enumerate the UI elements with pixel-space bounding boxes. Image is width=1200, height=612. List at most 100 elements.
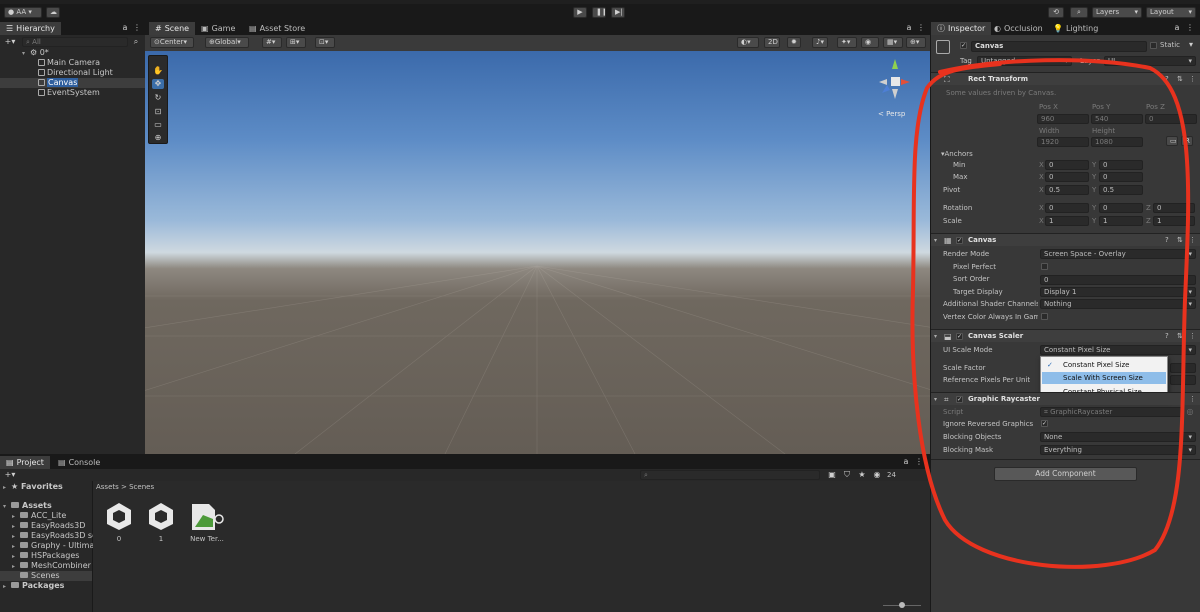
filter-icon[interactable]: ⌕ (130, 37, 142, 47)
add-component-button[interactable]: Add Component (994, 467, 1137, 481)
hierarchy-item-canvas[interactable]: Canvas (38, 78, 79, 88)
anchors-label[interactable]: ▾Anchors (941, 149, 973, 159)
anchor-min-x-field[interactable]: 0 (1045, 160, 1089, 170)
scene-gizmo[interactable] (873, 57, 913, 102)
cloud-button[interactable]: ☁ (46, 7, 60, 18)
asset-tile[interactable]: 0 (105, 501, 137, 547)
space-dropdown[interactable]: ⊕Global▾ (205, 37, 249, 48)
add-object-button[interactable]: +▾ (2, 37, 18, 47)
more-icon[interactable]: ⋮ (1184, 23, 1196, 33)
zoom-slider-handle[interactable] (899, 602, 905, 608)
component-menu-icon[interactable]: ⋮ (1189, 74, 1196, 85)
lighting-toggle-icon[interactable]: ✹ (787, 37, 801, 48)
scale-x-field[interactable]: 1 (1045, 216, 1089, 226)
presets-icon[interactable]: ⇅ (1177, 235, 1183, 246)
ref-ppu-field[interactable] (1170, 375, 1196, 385)
help-icon[interactable]: ? (1165, 235, 1169, 246)
rotate-tool-icon[interactable]: ↻ (152, 93, 164, 103)
layout-dropdown[interactable]: Layout ▾ (1146, 7, 1196, 18)
favorites-item[interactable]: ▸ ★ Favorites (3, 482, 63, 493)
canvas-component-header[interactable]: ▾ ▦ ✓ Canvas ? ⇅ ⋮ (931, 233, 1200, 246)
search-icon[interactable]: ⌕ (1070, 7, 1088, 18)
raw-edit-button[interactable]: R (1181, 136, 1193, 146)
search-by-type-icon[interactable]: ▣ (826, 470, 838, 480)
blocking-objects-dropdown[interactable]: None ▾ (1040, 432, 1196, 442)
project-search-input[interactable]: ⌕ (640, 470, 820, 480)
hierarchy-item-directional-light[interactable]: Directional Light (38, 68, 113, 78)
object-name-input[interactable]: Canvas (971, 41, 1147, 52)
height-field[interactable]: 1080 (1091, 137, 1143, 147)
more-icon[interactable]: ⋮ (131, 23, 143, 33)
scale-y-field[interactable]: 1 (1099, 216, 1143, 226)
tab-inspector[interactable]: ⓘ Inspector (931, 22, 992, 35)
tag-dropdown[interactable]: Untagged ▾ (977, 56, 1072, 66)
folder-item-scenes[interactable]: Scenes (12, 571, 60, 581)
pivot-x-field[interactable]: 0.5 (1045, 185, 1089, 195)
canvas-scaler-header[interactable]: ▾ ⬓ ✓ Canvas Scaler ? ⇅ ⋮ (931, 329, 1200, 342)
toggle-2d-button[interactable]: 2D (764, 37, 780, 48)
scale-tool-icon[interactable]: ⊡ (152, 107, 164, 117)
static-checkbox[interactable] (1150, 42, 1157, 49)
component-menu-icon[interactable]: ⋮ (1189, 331, 1196, 342)
graphic-raycaster-header[interactable]: ▾ ⌗ ✓ Graphic Raycaster ⋮ (931, 392, 1200, 405)
audio-toggle-icon[interactable]: ♪▾ (812, 37, 828, 48)
pos-z-field[interactable]: 0 (1145, 114, 1197, 124)
pos-x-field[interactable]: 960 (1037, 114, 1089, 124)
presets-icon[interactable]: ⇅ (1177, 74, 1183, 85)
search-by-label-icon[interactable]: ⛉ (841, 470, 853, 480)
tab-scene[interactable]: # Scene (149, 22, 196, 35)
pixel-perfect-checkbox[interactable] (1041, 263, 1048, 270)
layer-dropdown[interactable]: UI ▾ (1104, 56, 1196, 66)
pivot-y-field[interactable]: 0.5 (1099, 185, 1143, 195)
packages-root[interactable]: ▸ Packages (3, 581, 64, 592)
pause-button[interactable]: ❚❚ (592, 7, 606, 18)
zoom-slider[interactable] (883, 602, 921, 609)
create-asset-button[interactable]: +▾ (2, 470, 18, 480)
pivot-dropdown[interactable]: ⊙Center▾ (150, 37, 194, 48)
grid-snap-button[interactable]: #▾ (262, 37, 282, 48)
pos-y-field[interactable]: 540 (1091, 114, 1143, 124)
asset-tile[interactable]: New Ter... (189, 501, 229, 547)
canvas-scaler-enabled-checkbox[interactable]: ✓ (956, 333, 963, 340)
tab-game[interactable]: ▣ Game (195, 22, 241, 35)
rotation-y-field[interactable]: 0 (1099, 203, 1143, 213)
scene-viewport[interactable]: ✋ ✥ ↻ ⊡ ▭ ⊕ < Persp (145, 51, 930, 454)
hidden-packages-icon[interactable]: ◉ (871, 470, 883, 480)
tab-lighting[interactable]: 💡 Lighting (1047, 22, 1104, 35)
ignore-reversed-checkbox[interactable]: ✓ (1041, 420, 1048, 427)
hierarchy-item-eventsystem[interactable]: EventSystem (38, 88, 100, 98)
target-display-dropdown[interactable]: Display 1 ▾ (1040, 287, 1196, 297)
snap-settings-button[interactable]: ⊡▾ (315, 37, 335, 48)
visibility-toggle-icon[interactable]: ◉ (861, 37, 879, 48)
width-field[interactable]: 1920 (1037, 137, 1089, 147)
camera-settings-icon[interactable]: ▦▾ (883, 37, 903, 48)
rect-tool-icon[interactable]: ▭ (152, 120, 164, 130)
rect-transform-header[interactable]: ▾ ⛶ Rect Transform ? ⇅ ⋮ (931, 72, 1200, 85)
rotation-x-field[interactable]: 0 (1045, 203, 1089, 213)
layers-dropdown[interactable]: Layers ▾ (1092, 7, 1142, 18)
active-checkbox[interactable]: ✓ (960, 42, 967, 49)
account-button[interactable]: ● AA ▾ (4, 7, 42, 18)
lock-icon[interactable]: a (900, 457, 912, 467)
blocking-mask-dropdown[interactable]: Everything ▾ (1040, 445, 1196, 455)
dropdown-option-scale-with-screen[interactable]: Scale With Screen Size (1042, 372, 1166, 384)
transform-tool-icon[interactable]: ⊕ (152, 133, 164, 143)
static-dropdown[interactable]: ▾ (1185, 40, 1197, 50)
anchor-min-y-field[interactable]: 0 (1099, 160, 1143, 170)
help-icon[interactable]: ? (1165, 331, 1169, 342)
lock-icon[interactable]: a (903, 23, 915, 33)
ui-scale-mode-dropdown[interactable]: Constant Pixel Size ▾ (1040, 345, 1196, 355)
help-icon[interactable]: ? (1165, 74, 1169, 85)
lock-icon[interactable]: a (119, 23, 131, 33)
sort-order-field[interactable]: 0 (1040, 275, 1196, 285)
tab-console[interactable]: ▤ Console (52, 456, 106, 469)
script-field[interactable]: ⌗ GraphicRaycaster (1040, 407, 1182, 417)
move-tool-icon[interactable]: ✥ (152, 79, 164, 89)
rotation-z-field[interactable]: 0 (1153, 203, 1195, 213)
tab-asset-store[interactable]: ▤ Asset Store (243, 22, 311, 35)
draw-mode-button[interactable]: ◐▾ (737, 37, 759, 48)
history-icon[interactable]: ⟲ (1048, 7, 1064, 18)
anchor-max-x-field[interactable]: 0 (1045, 172, 1089, 182)
render-mode-dropdown[interactable]: Screen Space - Overlay ▾ (1040, 249, 1196, 259)
raycaster-enabled-checkbox[interactable]: ✓ (956, 396, 963, 403)
